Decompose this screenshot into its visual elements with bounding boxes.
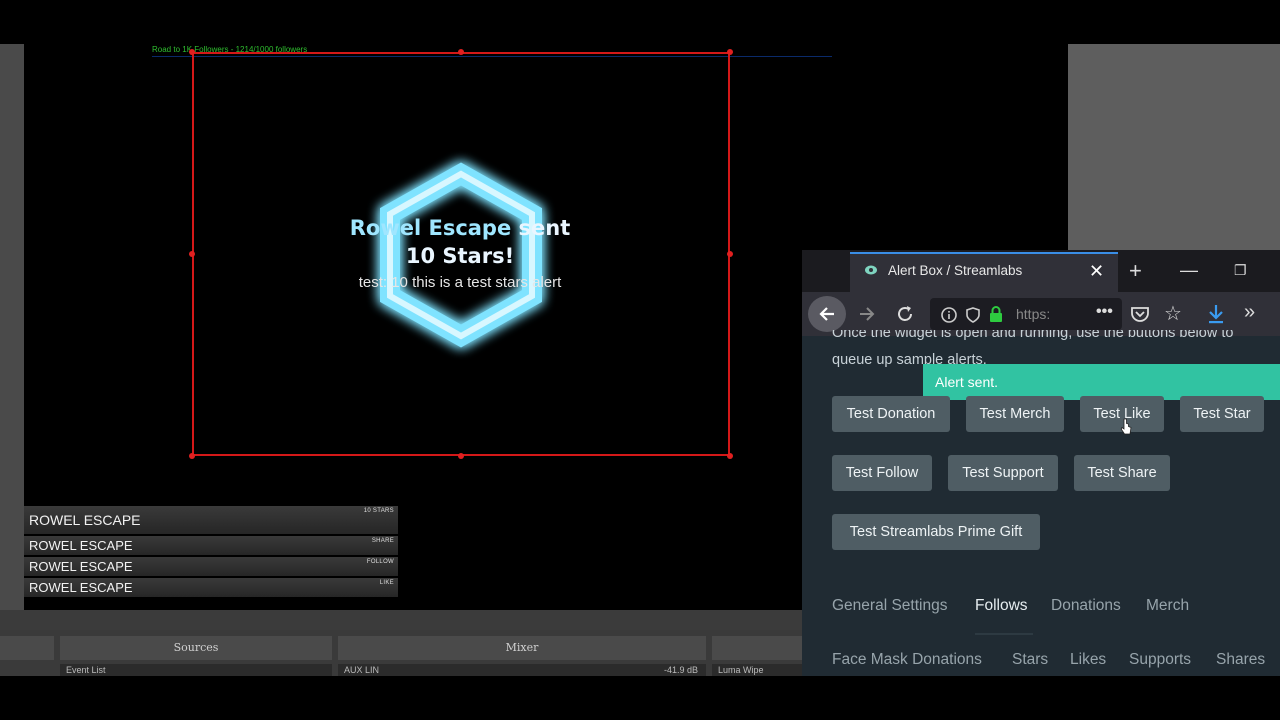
mouse-cursor-icon: [1120, 418, 1132, 435]
mixer-db: -41.9 dB: [663, 665, 698, 675]
info-icon[interactable]: [940, 306, 958, 324]
reload-icon[interactable]: [895, 304, 915, 324]
test-support-button[interactable]: Test Support: [948, 455, 1058, 491]
tab-merch[interactable]: Merch: [1146, 597, 1189, 615]
event-name: ROWEL ESCAPE: [29, 512, 141, 528]
event-name: ROWEL ESCAPE: [29, 538, 133, 553]
tab-title: Alert Box / Streamlabs: [888, 263, 1023, 278]
resize-handle-tr[interactable]: [727, 49, 733, 55]
alert-sent-text: sent: [511, 216, 571, 240]
more-actions-icon[interactable]: •••: [1096, 303, 1113, 321]
event-type: 10 STARS: [363, 508, 394, 514]
tab-stars[interactable]: Stars: [1012, 651, 1048, 669]
sources-dock-header[interactable]: Sources: [60, 636, 332, 660]
download-icon[interactable]: [1206, 303, 1226, 325]
intro-text-line1: Once the widget is open and running, use…: [832, 330, 1234, 341]
event-list-row: ROWEL ESCAPE SHARE: [24, 536, 398, 555]
event-name: ROWEL ESCAPE: [29, 580, 133, 595]
alert-headline: Rowel Escape sent 10 Stars!: [300, 214, 620, 270]
alert-amount: 10 Stars!: [405, 244, 515, 268]
url-text: https:: [1016, 306, 1051, 322]
obs-left-panel: [0, 44, 24, 610]
test-star-button[interactable]: Test Star: [1180, 396, 1264, 432]
transitions-dock-header[interactable]: [712, 636, 802, 660]
resize-handle-br[interactable]: [727, 453, 733, 459]
tab-donations[interactable]: Donations: [1051, 597, 1121, 615]
tab-follows[interactable]: Follows: [975, 597, 1028, 615]
alert-message: test: 10 this is a test stars alert: [358, 274, 562, 291]
mixer-item[interactable]: AUX LIN -41.9 dB: [338, 664, 706, 676]
mixer-channel-name: AUX LIN: [344, 665, 380, 675]
new-tab-icon[interactable]: +: [1129, 258, 1142, 284]
tab-face-mask-donations[interactable]: Face Mask Donations: [832, 651, 982, 669]
active-tab-indicator: [975, 633, 1033, 635]
tab-close-icon[interactable]: ✕: [1089, 261, 1104, 282]
resize-handle-tm[interactable]: [458, 49, 464, 55]
event-list-row: ROWEL ESCAPE 10 STARS: [24, 506, 398, 534]
test-follow-button[interactable]: Test Follow: [832, 455, 932, 491]
resize-handle-bm[interactable]: [458, 453, 464, 459]
test-share-button[interactable]: Test Share: [1074, 455, 1170, 491]
test-prime-gift-button[interactable]: Test Streamlabs Prime Gift: [832, 514, 1040, 550]
resize-handle-tl[interactable]: [189, 49, 195, 55]
maximize-icon[interactable]: ❐: [1234, 262, 1247, 279]
alert-username: Rowel Escape: [349, 216, 512, 240]
lock-icon: [990, 306, 1002, 322]
test-merch-button[interactable]: Test Merch: [966, 396, 1064, 432]
alert-sent-toast: Alert sent.: [923, 364, 1280, 400]
event-list-row: ROWEL ESCAPE LIKE: [24, 578, 398, 597]
minimize-icon[interactable]: —: [1180, 260, 1198, 281]
resize-handle-bl[interactable]: [189, 453, 195, 459]
tab-general-settings[interactable]: General Settings: [832, 597, 947, 615]
shield-icon[interactable]: [964, 306, 982, 324]
pocket-icon[interactable]: [1130, 305, 1150, 323]
transition-select[interactable]: Luma Wipe: [712, 664, 802, 676]
event-type: FOLLOW: [366, 559, 394, 565]
screen: { "preview": { "goal_text": "Road to 1K …: [0, 0, 1280, 720]
tab-supports[interactable]: Supports: [1129, 651, 1191, 669]
streamlabs-favicon-icon: [865, 265, 877, 275]
back-arrow-icon: [819, 307, 834, 321]
overflow-menu-icon[interactable]: »: [1244, 301, 1255, 324]
bookmark-star-icon[interactable]: ☆: [1164, 301, 1182, 326]
tab-likes[interactable]: Likes: [1070, 651, 1106, 669]
event-type: SHARE: [371, 538, 394, 544]
mixer-dock-header[interactable]: Mixer: [338, 636, 706, 660]
event-type: LIKE: [379, 580, 394, 586]
test-donation-button[interactable]: Test Donation: [832, 396, 950, 432]
obs-background-area: [1068, 44, 1280, 254]
scenes-dock-header[interactable]: [0, 636, 54, 660]
source-item[interactable]: Event List: [60, 664, 332, 676]
resize-handle-mr[interactable]: [727, 251, 733, 257]
forward-arrow-icon[interactable]: [857, 304, 877, 324]
tab-shares[interactable]: Shares: [1216, 651, 1265, 669]
event-name: ROWEL ESCAPE: [29, 559, 133, 574]
resize-handle-ml[interactable]: [189, 251, 195, 257]
event-list-row: ROWEL ESCAPE FOLLOW: [24, 557, 398, 576]
